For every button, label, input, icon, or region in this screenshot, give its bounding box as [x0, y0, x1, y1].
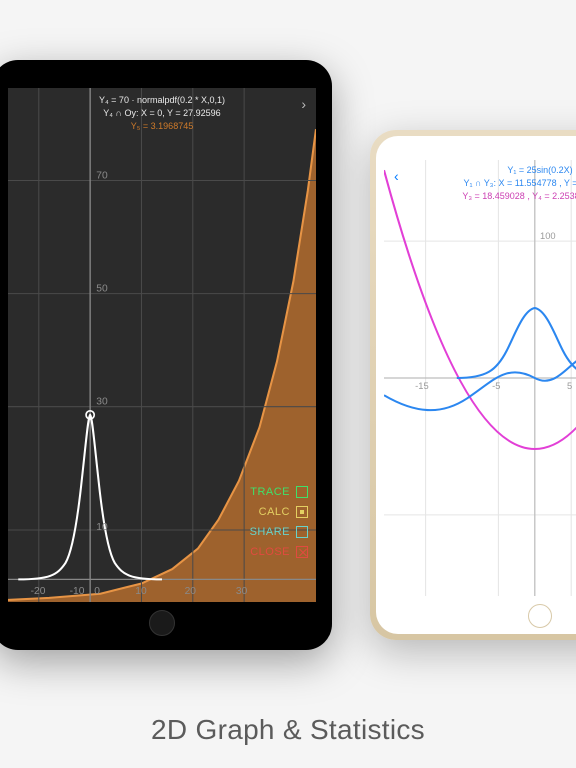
close-label: CLOSE	[250, 542, 290, 562]
light-graph-screen: 100 -15 -5 5 15 ‹ Y₁ = 25sin(0.2X) Y₁ ∩ …	[384, 160, 576, 596]
svg-text:-15: -15	[415, 381, 429, 391]
light-readout-line1: Y₁ = 25sin(0.2X)	[384, 164, 576, 177]
close-icon	[296, 546, 308, 558]
dark-readout-line1: Y₄ = 70 · normalpdf(0.2 * X,0,1)	[8, 94, 316, 107]
home-button-dark[interactable]	[149, 610, 175, 636]
svg-text:-5: -5	[492, 381, 500, 391]
dark-readout-line3: Y₅ = 3.1968745	[8, 120, 316, 133]
light-readout-line2: Y₁ ∩ Y₃: X = 11.554778 , Y = 18.459…	[384, 177, 576, 190]
svg-text:30: 30	[236, 586, 248, 597]
light-readouts: Y₁ = 25sin(0.2X) Y₁ ∩ Y₃: X = 11.554778 …	[384, 164, 576, 203]
svg-text:70: 70	[96, 170, 108, 181]
svg-text:10: 10	[135, 586, 147, 597]
chevron-right-icon[interactable]: ›	[295, 94, 312, 114]
device-ipad-dark: 70 50 30 10 -20 -10 0 10 20 30 Y₄ = 70 ·…	[0, 60, 332, 650]
svg-text:5: 5	[567, 381, 572, 391]
close-button[interactable]: CLOSE	[250, 542, 308, 562]
dark-graph-screen: 70 50 30 10 -20 -10 0 10 20 30 Y₄ = 70 ·…	[8, 88, 316, 602]
calc-button[interactable]: CALC	[250, 502, 308, 522]
calc-label: CALC	[259, 502, 290, 522]
svg-text:10: 10	[96, 522, 108, 533]
share-icon	[296, 526, 308, 538]
share-label: SHARE	[250, 522, 290, 542]
svg-text:30: 30	[96, 397, 108, 408]
light-plot-svg: 100 -15 -5 5 15	[384, 160, 576, 596]
dark-readout-line2: Y₄ ∩ Oy: X = 0, Y = 27.92596	[8, 107, 316, 120]
device-ipad-light: 100 -15 -5 5 15 ‹ Y₁ = 25sin(0.2X) Y₁ ∩ …	[370, 130, 576, 640]
trace-icon	[296, 486, 308, 498]
svg-text:0: 0	[94, 586, 100, 597]
svg-text:20: 20	[185, 586, 197, 597]
dark-readouts: Y₄ = 70 · normalpdf(0.2 * X,0,1) Y₄ ∩ Oy…	[8, 94, 316, 133]
svg-text:-10: -10	[70, 586, 85, 597]
share-button[interactable]: SHARE	[250, 522, 308, 542]
light-readout-line3: Y₃ = 18.459028 , Y₄ = 2.2538278E-0…	[384, 190, 576, 203]
home-button-light[interactable]	[528, 604, 552, 628]
calc-icon	[296, 506, 308, 518]
trace-label: TRACE	[250, 482, 290, 502]
svg-text:50: 50	[96, 284, 108, 295]
trace-button[interactable]: TRACE	[250, 482, 308, 502]
marketing-caption: 2D Graph & Statistics	[0, 714, 576, 746]
svg-text:-20: -20	[31, 586, 46, 597]
svg-text:100: 100	[540, 231, 556, 241]
graph-actions: TRACE CALC SHARE CLOSE	[250, 482, 308, 562]
